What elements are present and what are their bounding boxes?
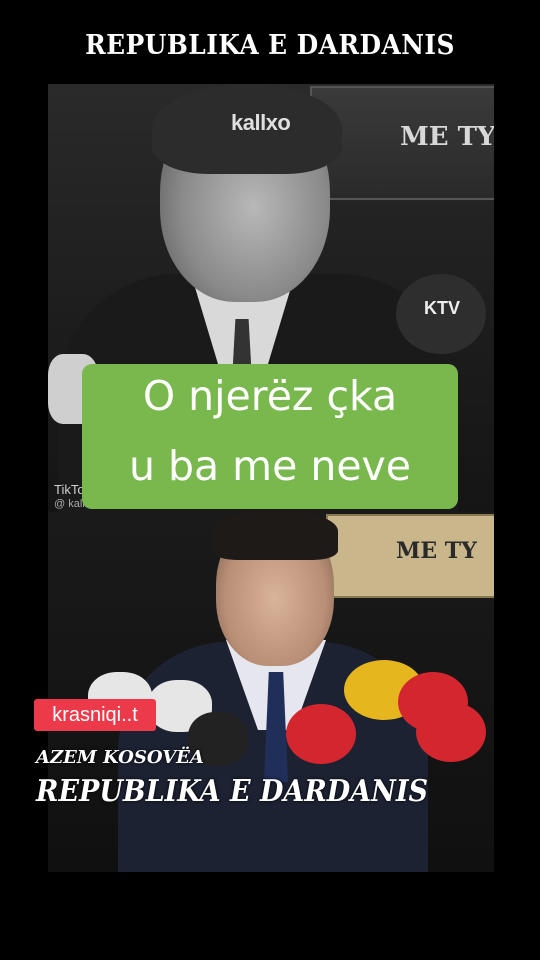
caption-line-1: O njerëz çka <box>142 372 398 420</box>
overlay-subtitle: AZEM KOSOVËA <box>36 747 204 768</box>
caption-line-2: u ba me neve <box>128 442 412 490</box>
watermark: kallxo <box>231 110 291 135</box>
microphone <box>286 704 356 764</box>
overlay-title: REPUBLIKA E DARDANIS <box>36 774 428 809</box>
speaker-hair <box>212 512 338 560</box>
caption-box: O njerëz çka u ba me neve <box>82 364 458 509</box>
account-badge[interactable]: krasniqi..t <box>34 699 156 731</box>
backdrop-sign-text: ME TY <box>396 538 477 564</box>
microphone <box>398 672 468 732</box>
backdrop-sign: ME TY <box>326 514 494 598</box>
backdrop-sign-text: ME TY <box>400 122 494 152</box>
ktv-logo: KTV <box>424 298 460 318</box>
bottom-photo: ME TY <box>48 512 494 872</box>
page-title: REPUBLIKA E DARDANIS <box>85 30 455 61</box>
ktv-microphone: KTV <box>396 274 486 354</box>
